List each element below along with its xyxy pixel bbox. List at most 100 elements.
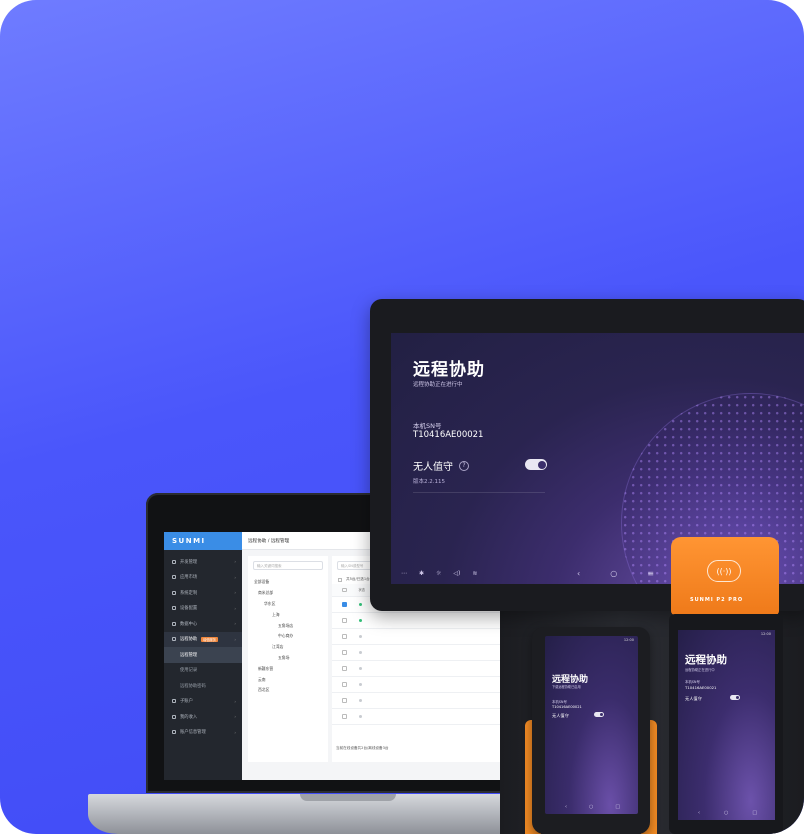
tree-node[interactable]: 江湾店 [254,642,322,653]
row-checkbox[interactable] [342,618,347,623]
row-checkbox[interactable] [342,650,347,655]
sidebar-item[interactable]: 我的收入 › [164,709,242,725]
sidebar-item[interactable]: 数据中心 › [164,616,242,632]
online-status-dot [358,603,362,606]
row-checkbox[interactable] [342,634,347,639]
home-icon[interactable]: ○ [724,810,728,816]
row-checkbox[interactable] [342,602,347,607]
tree-node[interactable]: 西北区 [254,685,322,696]
device-tree: 全部设备 商米总部 华东区 上海 五角场店 中心商办 江湾店 五角场 新疆东营 云南 西北区 [248,575,328,698]
sn-label: 本机SN号 [413,422,442,430]
nfc-icon: ((·)) [707,560,741,582]
sidebar-item[interactable]: 应用市场 › [164,570,242,586]
sidebar-item-label: 远程协助密码 [180,683,206,689]
sidebar-item[interactable]: 远程协助密码 [164,678,242,694]
row-checkbox[interactable] [342,714,347,719]
menu-icon [172,637,176,642]
sidebar-item-label: 系统定制 [180,590,198,596]
unattended-toggle[interactable] [525,459,547,470]
sidebar-item[interactable]: 远程管理 [164,647,242,663]
recent-icon[interactable]: □ [752,810,757,816]
menu-icon [172,714,176,719]
sidebar-item-label: 账户信息管理 [180,730,206,736]
chevron-right-icon: › [234,621,236,627]
tree-search-input[interactable]: 输入关键词搜索 [253,561,323,570]
sn-value: T10416AE00021 [552,705,582,709]
service-badge: 增值服务 [201,636,218,642]
sidebar-item[interactable]: 设备配置 › [164,601,242,617]
status-time: 12:00 [623,638,634,642]
unattended-label: 无人值守 [685,696,702,701]
sidebar-item[interactable]: 使用记录 [164,663,242,679]
sidebar-item[interactable]: 账户信息管理 › [164,725,242,741]
sidebar-item[interactable]: 远程协助 增值服务 › [164,631,242,647]
version-text: 版本2.2.115 [413,479,445,485]
device-tree-panel: 输入关键词搜索 全部设备 商米总部 华东区 上海 五角场店 中心商办 江湾店 五角场 新疆东营云… [248,556,328,762]
chevron-right-icon: › [234,636,236,642]
back-icon[interactable]: ‹ [565,804,567,810]
admin-sidebar: SUNMI 开发管理 › 应用市场 › 系统定制 › 设备配置 › 数据中心 › 远程协助 增值服务 ›… [164,532,242,780]
tree-node[interactable]: 商米总部 [254,588,322,599]
sn-label: 本机SN号 [552,700,567,704]
sidebar-item-label: 设备配置 [180,606,198,612]
menu-icon [172,590,176,595]
sidebar-item[interactable]: 开发管理 › [164,554,242,570]
sunmi-logo: SUNMI [164,532,242,550]
chevron-right-icon: › [234,714,236,720]
sidebar-item[interactable]: 子账户 › [164,694,242,710]
online-status-dot [358,651,362,654]
tree-node[interactable]: 华东区 [254,599,322,610]
back-icon[interactable]: ‹ [698,810,700,816]
sn-label: 本机SN号 [685,680,700,684]
admin-nav: 开发管理 › 应用市场 › 系统定制 › 设备配置 › 数据中心 › 远程协助 增值服务 › 远程管理 使用… [164,550,242,740]
table-footer: 当前在线设备共2台/离线设备3台 [336,746,389,750]
sidebar-item-label: 远程管理 [180,652,198,658]
tree-node[interactable]: 五角场店 [254,620,322,631]
tree-node[interactable]: 新疆东营 [254,663,322,674]
back-icon[interactable]: ‹ [577,569,580,578]
menu-icon [172,559,176,564]
tree-node[interactable]: 五角场 [254,653,322,664]
online-status-dot [358,635,362,638]
volume-icon[interactable]: ◁) [453,570,460,577]
brightness-icon[interactable]: ☼ [436,570,441,577]
sidebar-item-label: 远程协助 [180,637,198,643]
p2-brand: SUNMI P2 PRO [690,597,744,603]
select-all-checkbox[interactable] [338,577,342,582]
bluetooth-icon[interactable]: ✱ [419,570,424,577]
tree-node[interactable]: 中心商办 [254,631,322,642]
chevron-right-icon: › [234,698,236,704]
unattended-toggle[interactable] [594,712,604,717]
unattended-row: 无人值守 ? [413,458,469,473]
divider [413,492,545,493]
system-tray: ⋯ ✱ ☼ ◁) ≋ [401,570,477,577]
tree-node[interactable]: 上海 [254,609,322,620]
home-icon[interactable]: ○ [589,804,593,810]
status-time: 12:00 [760,632,771,636]
online-status-dot [358,667,362,670]
remote-assist-title: 远程协助 [413,360,485,380]
sidebar-item[interactable]: 系统定制 › [164,585,242,601]
tree-node[interactable]: 云南 [254,674,322,685]
unattended-toggle[interactable] [730,695,740,700]
row-checkbox[interactable] [342,666,347,671]
tree-node[interactable]: 全部设备 [254,577,322,588]
menu-icon [172,699,176,704]
sn-value: T10416AE00021 [685,685,717,690]
header-checkbox[interactable] [342,587,347,593]
row-checkbox[interactable] [342,682,347,687]
home-icon[interactable]: ○ [610,569,617,578]
wifi-icon[interactable]: ≋ [472,570,477,577]
menu-icon [172,730,176,735]
menu-icon[interactable]: ≡ [647,569,654,578]
more-icon[interactable]: ⋯ [401,570,407,577]
unattended-label: 无人值守 [552,713,569,718]
recent-icon[interactable]: □ [615,804,620,810]
online-status-dot [358,715,362,718]
laptop-notch [300,794,396,801]
help-icon[interactable]: ? [459,460,469,471]
sidebar-item-label: 使用记录 [180,668,198,674]
row-checkbox[interactable] [342,698,347,703]
chevron-right-icon: › [234,729,236,735]
chevron-right-icon: › [234,605,236,611]
